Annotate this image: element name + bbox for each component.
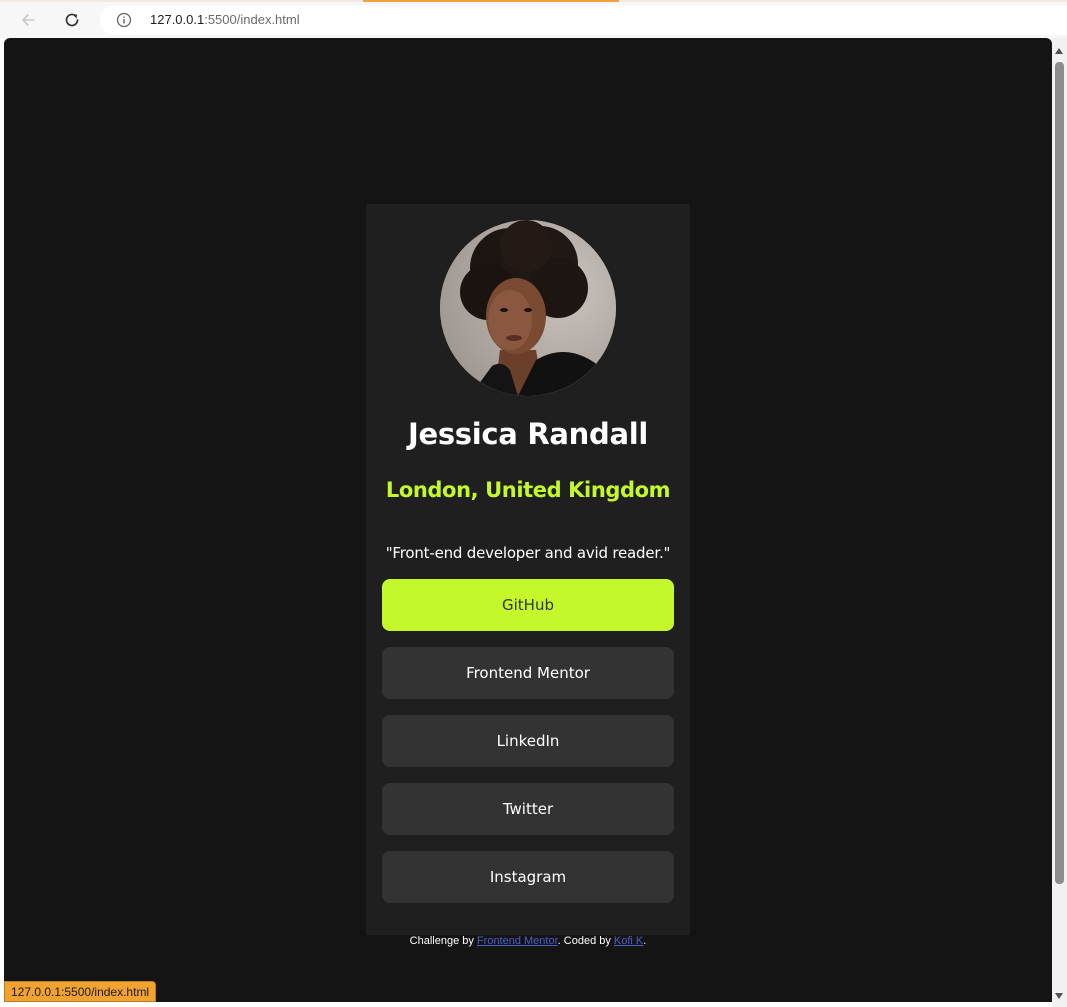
profile-location: London, United Kingdom bbox=[385, 478, 671, 502]
info-icon[interactable] bbox=[116, 12, 132, 28]
author-link[interactable]: Kofi K bbox=[614, 935, 643, 947]
twitter-link-button[interactable]: Twitter bbox=[382, 783, 674, 835]
attribution: Challenge by Frontend Mentor. Coded by K… bbox=[4, 935, 1052, 947]
browser-toolbar: 127.0.0.1:5500/index.html bbox=[0, 2, 1067, 38]
url-text[interactable]: 127.0.0.1:5500/index.html bbox=[150, 12, 300, 27]
attribution-middle: . Coded by bbox=[557, 935, 614, 947]
social-links: GitHub Frontend Mentor LinkedIn Twitter … bbox=[382, 579, 674, 919]
profile-photo bbox=[440, 220, 616, 396]
back-button[interactable] bbox=[14, 6, 42, 34]
scroll-thumb[interactable] bbox=[1055, 62, 1064, 884]
status-bar-url: 127.0.0.1:5500/index.html bbox=[4, 981, 157, 1002]
instagram-link-button[interactable]: Instagram bbox=[382, 851, 674, 903]
github-link-button[interactable]: GitHub bbox=[382, 579, 674, 631]
reload-icon bbox=[65, 13, 79, 27]
scroll-down-arrow-icon[interactable] bbox=[1055, 993, 1063, 999]
arrow-left-icon bbox=[22, 14, 35, 26]
linkedin-link-button[interactable]: LinkedIn bbox=[382, 715, 674, 767]
page-viewport: Jessica Randall London, United Kingdom "… bbox=[4, 38, 1052, 1002]
url-path: :5500/index.html bbox=[204, 12, 300, 27]
profile-card: Jessica Randall London, United Kingdom "… bbox=[366, 204, 690, 935]
scroll-up-arrow-icon[interactable] bbox=[1055, 48, 1063, 54]
frontend-mentor-link-button[interactable]: Frontend Mentor bbox=[382, 647, 674, 699]
attribution-suffix: . bbox=[643, 935, 647, 947]
profile-name: Jessica Randall bbox=[407, 417, 649, 451]
attribution-prefix: Challenge by bbox=[409, 935, 477, 947]
reload-button[interactable] bbox=[58, 6, 86, 34]
address-bar[interactable]: 127.0.0.1:5500/index.html bbox=[100, 5, 1067, 35]
vertical-scrollbar[interactable] bbox=[1052, 38, 1067, 1007]
frontend-mentor-attribution-link[interactable]: Frontend Mentor bbox=[477, 935, 558, 947]
profile-bio: "Front-end developer and avid reader." bbox=[385, 544, 671, 562]
url-host: 127.0.0.1 bbox=[150, 12, 205, 27]
avatar bbox=[440, 220, 616, 396]
